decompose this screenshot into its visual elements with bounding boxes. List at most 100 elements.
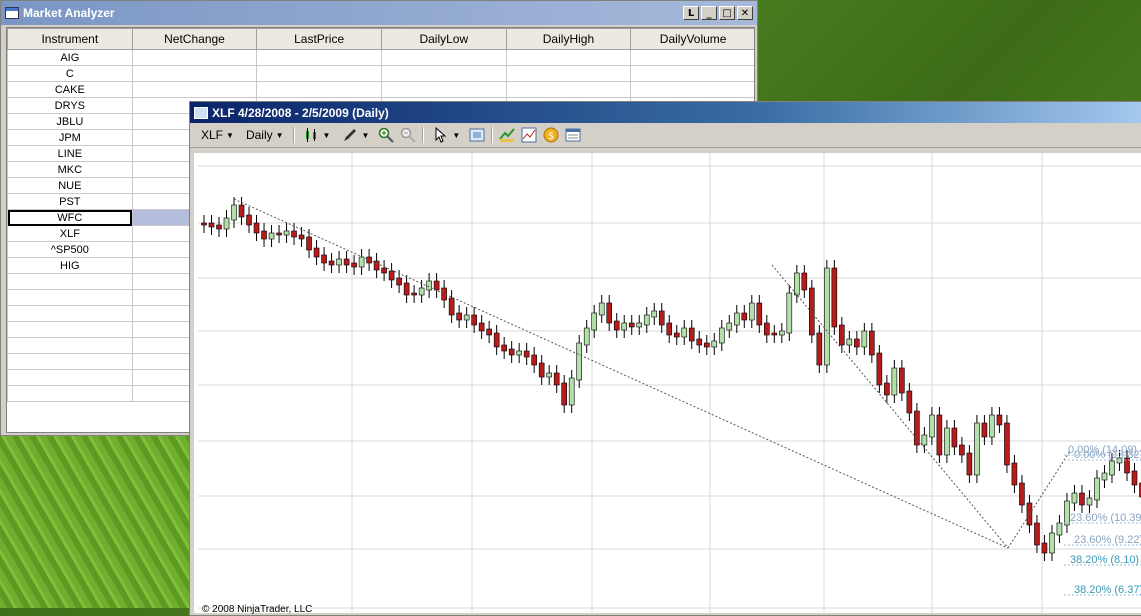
candle-body — [562, 383, 567, 405]
instrument-cell[interactable]: WFC — [8, 210, 133, 226]
candle-body — [202, 223, 207, 225]
value-cell[interactable] — [506, 82, 631, 98]
table-row[interactable]: CAKE — [8, 82, 756, 98]
value-cell[interactable] — [631, 66, 755, 82]
value-cell[interactable] — [631, 50, 755, 66]
column-header-instrument[interactable]: Instrument — [8, 29, 133, 50]
candle-body — [779, 331, 784, 335]
candle-body — [817, 333, 822, 365]
trade-icon[interactable] — [499, 127, 515, 143]
fib-label: 0.00% (13.32) — [1074, 449, 1141, 461]
candle-body — [914, 411, 919, 445]
column-header-netchange[interactable]: NetChange — [132, 29, 257, 50]
candle-body — [554, 373, 559, 385]
properties-icon[interactable] — [565, 127, 581, 143]
value-cell[interactable] — [381, 82, 506, 98]
candle-body — [292, 231, 297, 237]
strategy-icon[interactable]: $ — [543, 127, 559, 143]
instrument-selector[interactable]: XLF ▼ — [198, 128, 237, 142]
instrument-cell[interactable]: AIG — [8, 50, 133, 66]
chevron-down-icon: ▼ — [361, 131, 369, 140]
value-cell[interactable] — [381, 50, 506, 66]
indicator-icon[interactable] — [521, 127, 537, 143]
candle-body — [569, 378, 574, 405]
snapshot-icon[interactable] — [469, 127, 485, 143]
instrument-cell[interactable]: LINE — [8, 146, 133, 162]
fib-label: 23.60% (10.39) — [1070, 512, 1141, 524]
value-cell[interactable] — [132, 50, 257, 66]
value-cell[interactable] — [381, 66, 506, 82]
toolbar-separator — [422, 127, 424, 143]
link-button[interactable]: L — [683, 6, 699, 20]
value-cell[interactable] — [132, 82, 257, 98]
chart-style-icon — [304, 127, 320, 143]
price-chart[interactable]: 0.00% (14.09)0.00% (13.32)23.60% (10.39)… — [194, 153, 1141, 613]
instrument-cell[interactable]: NUE — [8, 178, 133, 194]
value-cell[interactable] — [257, 66, 382, 82]
fib-label: 38.20% (6.37) — [1074, 584, 1141, 596]
instrument-cell[interactable]: XLF — [8, 226, 133, 242]
instrument-cell[interactable]: JPM — [8, 130, 133, 146]
instrument-cell[interactable]: C — [8, 66, 133, 82]
candle-body — [277, 233, 282, 235]
candle-body — [434, 281, 439, 290]
value-cell[interactable] — [506, 66, 631, 82]
column-header-dailyvolume[interactable]: DailyVolume — [631, 29, 755, 50]
table-row[interactable]: AIG — [8, 50, 756, 66]
chart-style-button[interactable]: ▼ — [301, 127, 334, 143]
candle-body — [967, 453, 972, 475]
column-header-dailylow[interactable]: DailyLow — [381, 29, 506, 50]
value-cell[interactable] — [132, 66, 257, 82]
candle-body — [1132, 471, 1137, 485]
value-cell[interactable] — [506, 50, 631, 66]
candle-body — [682, 328, 687, 337]
toolbar-separator — [293, 127, 295, 143]
cursor-button[interactable]: ▼ — [430, 127, 463, 143]
candle-body — [614, 321, 619, 330]
zoom-out-icon[interactable] — [400, 127, 416, 143]
candle-body — [862, 331, 867, 347]
candle-body — [764, 323, 769, 335]
minimize-button[interactable]: _ — [701, 6, 717, 20]
value-cell[interactable] — [631, 82, 755, 98]
value-cell[interactable] — [257, 50, 382, 66]
market-analyzer-titlebar[interactable]: Market Analyzer L _ □ ✕ — [1, 1, 757, 25]
candle-body — [419, 288, 424, 295]
table-row[interactable]: C — [8, 66, 756, 82]
candle-body — [749, 303, 754, 320]
instrument-cell[interactable]: DRYS — [8, 98, 133, 114]
instrument-cell[interactable]: ^SP500 — [8, 242, 133, 258]
instrument-cell[interactable]: HIG — [8, 258, 133, 274]
column-header-dailyhigh[interactable]: DailyHigh — [506, 29, 631, 50]
instrument-cell[interactable]: CAKE — [8, 82, 133, 98]
candle-body — [509, 349, 514, 355]
candle-body — [314, 248, 319, 257]
candle-body — [869, 331, 874, 355]
maximize-button[interactable]: □ — [719, 6, 735, 20]
candle-body — [899, 368, 904, 393]
zoom-in-icon[interactable] — [378, 127, 394, 143]
candle-body — [742, 313, 747, 320]
close-button[interactable]: ✕ — [737, 6, 753, 20]
candle-body — [547, 373, 552, 377]
drawing-tools-button[interactable]: ▼ — [339, 127, 372, 143]
candle-body — [217, 225, 222, 229]
chart-window[interactable]: XLF 4/28/2008 - 2/5/2009 (Daily) XLF ▼ D… — [189, 101, 1141, 616]
candle-body — [322, 255, 327, 263]
candle-body — [644, 315, 649, 325]
chart-titlebar[interactable]: XLF 4/28/2008 - 2/5/2009 (Daily) — [190, 102, 1141, 123]
instrument-cell[interactable]: PST — [8, 194, 133, 210]
candle-body — [1049, 533, 1054, 553]
candle-body — [479, 323, 484, 331]
instrument-cell[interactable]: MKC — [8, 162, 133, 178]
instrument-cell[interactable]: JBLU — [8, 114, 133, 130]
candle-body — [1072, 493, 1077, 503]
candle-body — [607, 303, 612, 323]
candlestick-chart[interactable]: 0.00% (14.09)0.00% (13.32)23.60% (10.39)… — [194, 153, 1141, 613]
candle-body — [389, 271, 394, 280]
value-cell[interactable] — [257, 82, 382, 98]
period-selector[interactable]: Daily ▼ — [243, 128, 287, 142]
column-header-lastprice[interactable]: LastPrice — [257, 29, 382, 50]
candle-body — [359, 257, 364, 267]
candle-body — [374, 261, 379, 270]
